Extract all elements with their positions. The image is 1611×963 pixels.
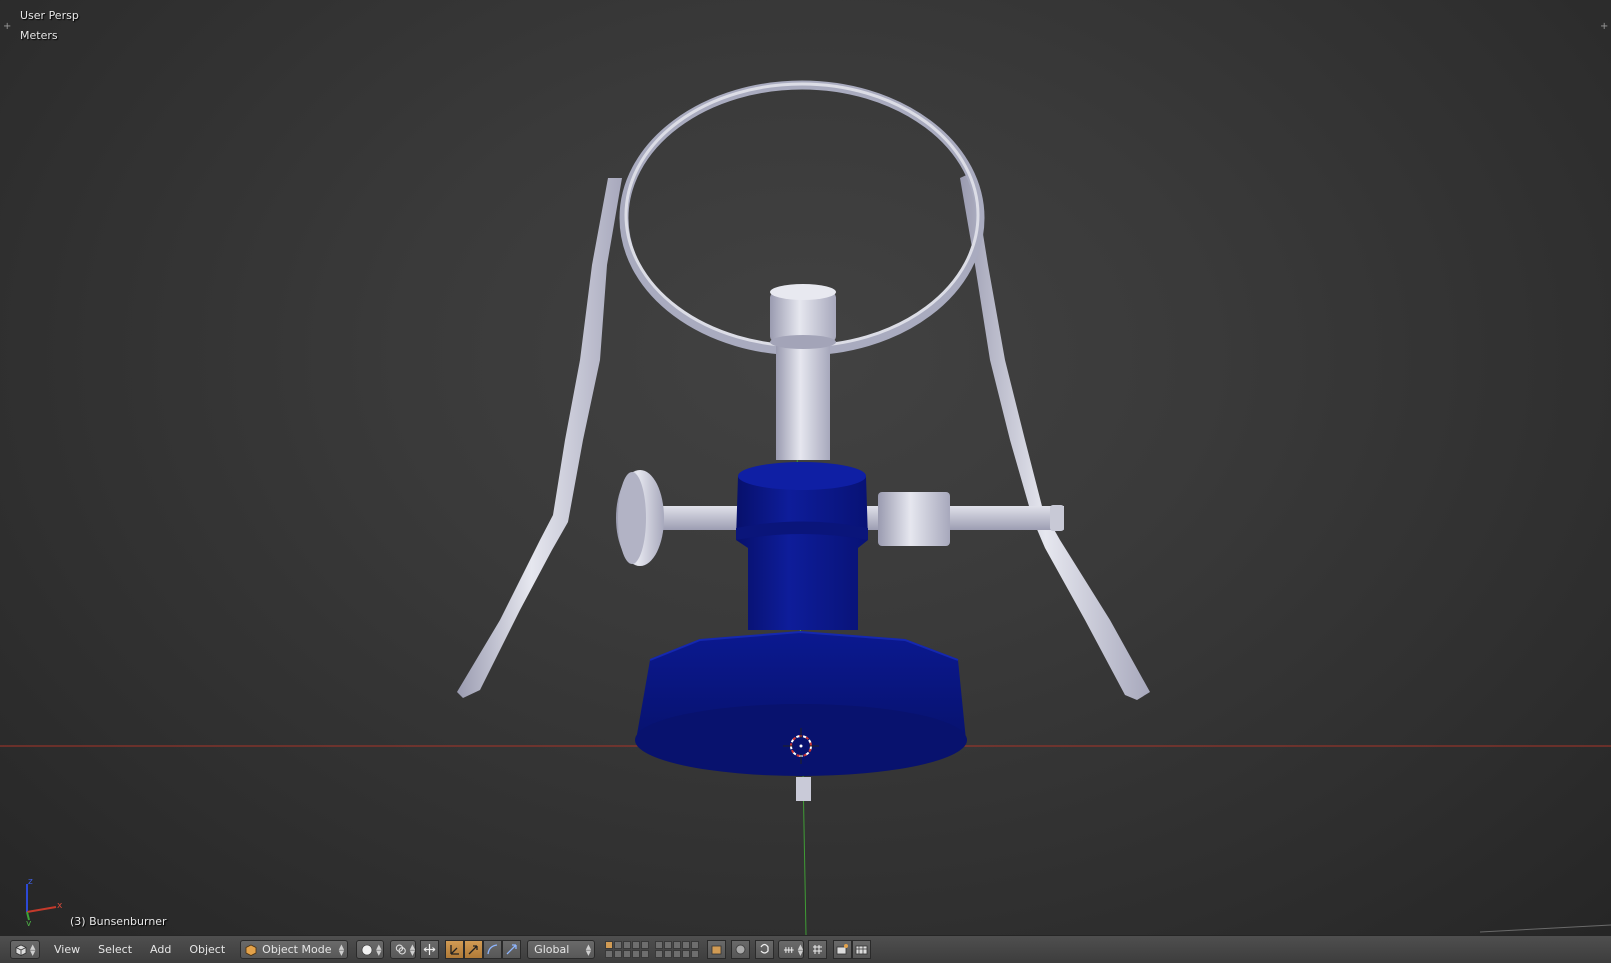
rotate-arc-icon (468, 945, 478, 955)
object-mode-icon (245, 944, 257, 956)
viewport-edge-line (1479, 924, 1611, 933)
y-axis-label: y (26, 919, 32, 926)
scene-canvas[interactable] (0, 0, 1611, 935)
burner-collar-edge (770, 335, 836, 349)
layer-buttons[interactable] (605, 941, 700, 958)
dropdown-arrows-icon: ▲ ▼ (376, 942, 382, 957)
transform-orientation-selector[interactable]: Global ▲ ▼ (527, 940, 596, 959)
3d-viewport[interactable]: User Persp Meters (3) Bunsenburner + + z… (0, 0, 1611, 935)
layers-grid-icon[interactable] (655, 941, 700, 958)
units-label: Meters (20, 29, 58, 42)
layers-grid-icon[interactable] (605, 941, 650, 958)
gas-inlet-end (1050, 505, 1064, 531)
3d-view-header: ▲ ▼ View Select Add Object Object Mode ▲ ▼… (0, 935, 1611, 963)
lock-camera-icon (711, 945, 722, 955)
manipulator-icon (423, 944, 436, 955)
transform-icon (506, 944, 517, 955)
menu-object[interactable]: Object (180, 940, 234, 959)
pivot-point-selector[interactable]: ▲ ▼ (390, 940, 417, 959)
burner-base-stem (796, 777, 811, 801)
proportional-edit-icon (735, 944, 746, 955)
manipulator-toggle[interactable] (420, 940, 440, 959)
x-axis-label: x (57, 901, 63, 911)
dropdown-arrows-icon: ▲ ▼ (338, 942, 345, 957)
scale-manipulator-button[interactable] (483, 940, 503, 959)
rotate-manipulator-button[interactable] (464, 940, 484, 959)
transform-orientation-gizmo-button[interactable] (502, 940, 522, 959)
editor-type-selector[interactable]: ▲ ▼ (10, 940, 40, 959)
menu-select[interactable]: Select (89, 940, 141, 959)
gas-inlet-fitting (878, 492, 950, 546)
pivot-icon (395, 944, 406, 955)
active-object-label: (3) Bunsenburner (70, 915, 167, 928)
dropdown-arrows-icon: ▲ ▼ (585, 942, 592, 957)
render-animation-button[interactable] (852, 940, 872, 959)
axis-orientation-gizmo: z x y (26, 877, 63, 926)
view-name-label: User Persp (20, 9, 79, 22)
menu-add[interactable]: Add (141, 940, 180, 959)
mode-label: Object Mode (262, 943, 332, 956)
mode-selector[interactable]: Object Mode ▲ ▼ (240, 940, 349, 959)
z-axis-label: z (28, 877, 33, 887)
burner-body-top (738, 462, 866, 490)
menu-view[interactable]: View (45, 940, 89, 959)
snap-element-selector[interactable]: ▲ ▼ (778, 940, 805, 959)
orientation-label: Global (534, 943, 570, 956)
gas-valve-knob-face (618, 472, 646, 564)
scale-icon (487, 944, 498, 955)
render-icon (836, 944, 849, 955)
dropdown-arrows-icon: ▲ ▼ (797, 942, 804, 957)
lock-camera-button[interactable] (707, 940, 727, 959)
tripod-leg-left (457, 178, 622, 698)
dropdown-arrows-icon: ▲ ▼ (409, 942, 416, 957)
translate-arrow-icon (450, 945, 460, 955)
render-button[interactable] (833, 940, 853, 959)
snap-target-icon (784, 946, 794, 953)
burner-tube-top (770, 284, 836, 300)
area-split-corner-icon[interactable]: + (1600, 22, 1608, 32)
render-animation-icon (855, 945, 868, 955)
proportional-edit-button[interactable] (731, 940, 751, 959)
3d-view-cube-icon (15, 944, 27, 956)
viewport-shading-selector[interactable]: ▲ ▼ (356, 940, 385, 959)
snap-target-button[interactable] (808, 940, 828, 959)
tripod-leg-right (960, 172, 1150, 700)
dropdown-arrows-icon: ▲ ▼ (30, 942, 36, 957)
snap-grid-icon (813, 945, 823, 954)
snap-toggle-button[interactable] (755, 940, 775, 959)
area-split-corner-icon[interactable]: + (3, 22, 11, 32)
snap-magnet-icon (760, 943, 769, 954)
solid-sphere-icon (361, 944, 373, 955)
translate-manipulator-button[interactable] (445, 940, 465, 959)
burner-base-bottom (635, 704, 967, 776)
